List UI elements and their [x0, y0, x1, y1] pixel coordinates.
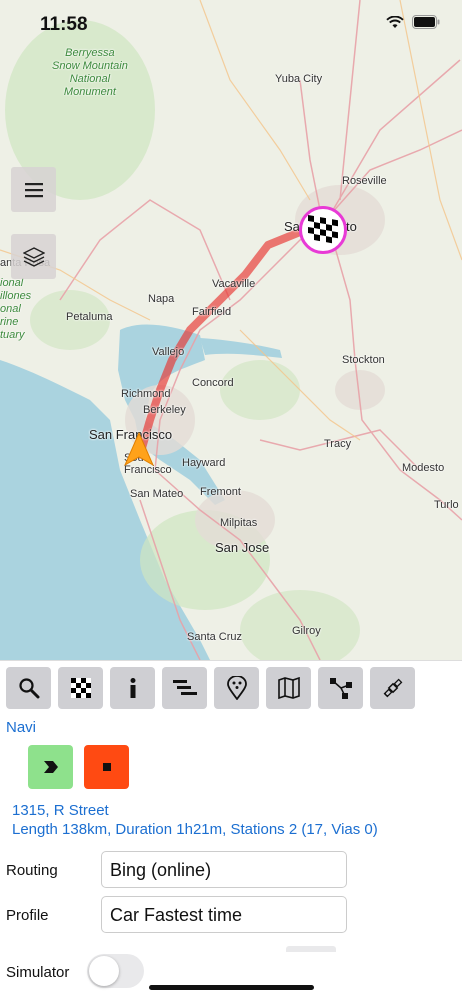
place-label-san-jose: San Jose [215, 540, 270, 555]
place-label-berkeley: Berkeley [143, 404, 186, 416]
map-icon [277, 677, 300, 699]
navigation-arrow-icon [124, 432, 154, 466]
place-label-berryessa: Berryessa Snow Mountain National Monumen… [52, 47, 128, 98]
place-label-yuba-city: Yuba City [275, 73, 323, 85]
place-label-vallejo: Vallejo [152, 346, 185, 358]
battery-icon [412, 15, 440, 29]
poi-pin-icon [226, 676, 247, 700]
routing-select[interactable]: Bing (online) [101, 851, 347, 888]
layers-icon [22, 246, 45, 267]
place-label-santa-cruz: Santa Cruz [187, 631, 243, 643]
route-nodes-icon [329, 678, 352, 699]
destination-marker[interactable] [299, 206, 347, 254]
status-time: 11:58 [40, 14, 88, 35]
place-label-roseville: Roseville [342, 175, 387, 187]
navigation-panel: Navi 1315, R Street Length 138km, Durati… [0, 660, 462, 1000]
routing-label: Routing [6, 862, 58, 879]
wifi-icon [386, 15, 404, 28]
place-label-stockton: Stockton [342, 354, 385, 366]
place-label-sacramento-start: Sa [284, 219, 300, 234]
place-label-concord: Concord [192, 377, 234, 389]
place-label-petaluma: Petaluma [66, 311, 113, 323]
route-address: 1315, R Street [12, 802, 109, 819]
list-icon [172, 680, 197, 695]
stop-icon [102, 763, 111, 771]
route-summary: Length 138km, Duration 1h21m, Stations 2… [12, 821, 378, 838]
home-indicator[interactable] [149, 985, 314, 990]
info-icon [130, 678, 135, 698]
place-label-gilroy: Gilroy [292, 625, 321, 637]
checkered-flag-icon [308, 215, 338, 245]
search-icon [18, 678, 39, 699]
place-label-milpitas: Milpitas [220, 517, 258, 529]
hamburger-icon [24, 182, 43, 197]
place-label-modesto: Modesto [402, 462, 445, 474]
navi-section-title: Navi [6, 719, 37, 736]
place-label-turlock: Turlo [434, 499, 459, 511]
map-view[interactable]: Berryessa Snow Mountain National Monumen… [0, 0, 462, 660]
profile-select[interactable]: Car Fastest time [101, 896, 347, 933]
route-points-button[interactable] [318, 667, 363, 709]
stop-navigation-button[interactable] [84, 745, 129, 789]
place-label-estuary: ional illones onal rine tuary [0, 277, 32, 341]
place-label-hayward: Hayward [182, 457, 226, 469]
place-label-tracy: Tracy [324, 438, 352, 450]
profile-label: Profile [6, 907, 49, 924]
toolbar [6, 667, 415, 709]
map-tiles [0, 0, 462, 660]
layers-button[interactable] [11, 234, 56, 279]
play-icon [43, 761, 58, 773]
checkered-flag-icon [70, 678, 91, 698]
destination-button[interactable] [58, 667, 103, 709]
place-label-fairfield: Fairfield [192, 306, 232, 318]
toggle-knob [89, 956, 119, 986]
map-button[interactable] [266, 667, 311, 709]
place-label-fremont: Fremont [200, 486, 241, 498]
place-label-vacaville: Vacaville [212, 278, 256, 290]
poi-button[interactable] [214, 667, 259, 709]
gps-button[interactable] [370, 667, 415, 709]
place-label-sacramento-end: to [346, 219, 357, 234]
simulator-toggle[interactable] [87, 954, 144, 988]
route-info[interactable]: 1315, R Street Length 138km, Duration 1h… [12, 801, 378, 839]
hidden-toggle-edge[interactable] [286, 946, 336, 952]
satellite-icon [383, 678, 402, 698]
status-bar: 11:58 [0, 0, 462, 50]
start-navigation-button[interactable] [28, 745, 73, 789]
search-button[interactable] [6, 667, 51, 709]
info-button[interactable] [110, 667, 155, 709]
place-label-san-mateo: San Mateo [130, 488, 184, 500]
route-list-button[interactable] [162, 667, 207, 709]
menu-button[interactable] [11, 167, 56, 212]
place-label-napa: Napa [148, 293, 175, 305]
place-label-richmond: Richmond [121, 388, 171, 400]
simulator-label: Simulator [6, 964, 70, 981]
